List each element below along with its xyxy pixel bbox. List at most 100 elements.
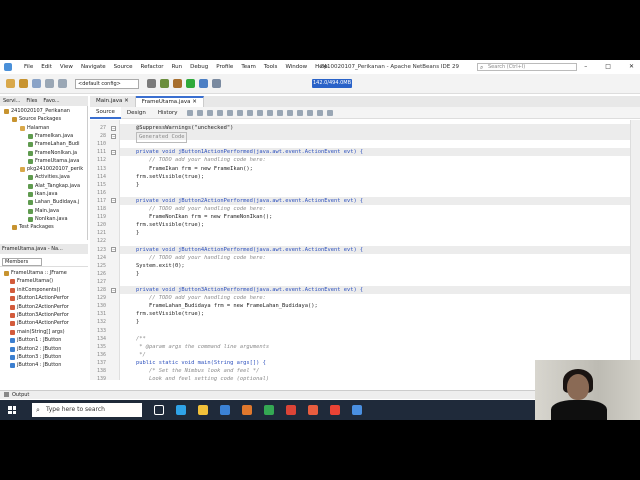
- fold-toggle-icon[interactable]: −: [111, 287, 116, 293]
- tree-item[interactable]: FrameUtama.java: [28, 158, 79, 165]
- fold-toggle-icon[interactable]: −: [111, 149, 116, 155]
- tree-item[interactable]: NonIkan.java: [28, 216, 68, 223]
- taskbar-search-input[interactable]: ⌕ Type here to search: [32, 403, 142, 417]
- shift-right-icon[interactable]: [287, 109, 294, 116]
- navigator-item[interactable]: jButton2 : JButton: [10, 346, 61, 353]
- find-icon[interactable]: [207, 109, 214, 116]
- forward-icon[interactable]: [197, 109, 204, 116]
- new-project-icon[interactable]: [6, 79, 15, 88]
- minimize-button[interactable]: –: [584, 60, 587, 74]
- store-icon[interactable]: [220, 405, 230, 415]
- prev-occurrence-icon[interactable]: [217, 109, 224, 116]
- windows-start-icon[interactable]: [8, 406, 16, 414]
- menu-edit[interactable]: Edit: [37, 60, 56, 74]
- menu-window[interactable]: Window: [281, 60, 311, 74]
- menu-tools[interactable]: Tools: [260, 60, 282, 74]
- tree-item[interactable]: Main.java: [28, 208, 59, 215]
- run-icon[interactable]: [186, 79, 195, 88]
- menu-debug[interactable]: Debug: [186, 60, 212, 74]
- prev-bookmark-icon[interactable]: [257, 109, 264, 116]
- redo-icon[interactable]: [58, 79, 67, 88]
- macro-icon[interactable]: [297, 109, 304, 116]
- navigator-item[interactable]: main(String[] args): [10, 329, 65, 336]
- subtab-history[interactable]: History: [152, 107, 184, 119]
- fold-toggle-icon[interactable]: −: [111, 247, 116, 252]
- toggle-highlight-icon[interactable]: [237, 109, 244, 116]
- navigator-item[interactable]: jButton4 : JButton: [10, 362, 61, 369]
- tree-item[interactable]: FrameLahan_Budi: [28, 141, 80, 148]
- save-all-icon[interactable]: [32, 79, 41, 88]
- navigator-item[interactable]: jButton1 : JButton: [10, 337, 61, 344]
- tree-item[interactable]: Activities.java: [28, 174, 70, 181]
- navigator-item[interactable]: jButton2ActionPerfor: [10, 304, 69, 311]
- navigator-header[interactable]: FrameUtama.java - Na...: [0, 244, 88, 254]
- open-project-icon[interactable]: [19, 79, 28, 88]
- tree-item[interactable]: Ikan.java: [28, 191, 58, 198]
- stop-macro-icon[interactable]: [307, 109, 314, 116]
- task-view-icon[interactable]: [154, 405, 164, 415]
- subtab-design[interactable]: Design: [121, 107, 152, 119]
- chrome-alt-icon[interactable]: [330, 405, 340, 415]
- fold-toggle-icon[interactable]: −: [111, 125, 116, 131]
- menu-profile[interactable]: Profile: [212, 60, 237, 74]
- navigator-item[interactable]: jButton4ActionPerfor: [10, 320, 69, 327]
- bookmark-icon[interactable]: [247, 109, 254, 116]
- app-icon[interactable]: [308, 405, 318, 415]
- close-icon[interactable]: ✕: [122, 98, 129, 104]
- editor-tab[interactable]: Main.java ✕: [90, 96, 136, 107]
- navigator-item[interactable]: jButton3ActionPerfor: [10, 312, 69, 319]
- netbeans-icon[interactable]: [242, 405, 252, 415]
- menu-file[interactable]: File: [20, 60, 37, 74]
- chrome-icon[interactable]: [286, 405, 296, 415]
- tree-item[interactable]: FrameIkan.java: [28, 133, 73, 140]
- editor-tab[interactable]: FrameUtama.java ✕: [135, 96, 204, 107]
- maximize-button[interactable]: □: [605, 60, 611, 74]
- tab-services[interactable]: Servi...: [0, 96, 23, 106]
- menu-navigate[interactable]: Navigate: [77, 60, 110, 74]
- close-icon[interactable]: ✕: [190, 99, 197, 105]
- undo-icon[interactable]: [45, 79, 54, 88]
- editor-scrollbar[interactable]: [630, 120, 640, 380]
- tab-files[interactable]: Files: [23, 96, 40, 106]
- navigator-item[interactable]: FrameUtama :: JFrame: [4, 270, 67, 277]
- netbeans-alt-icon[interactable]: [352, 405, 362, 415]
- debug-icon[interactable]: [199, 79, 208, 88]
- menu-run[interactable]: Run: [168, 60, 187, 74]
- tree-item[interactable]: FrameNonIkan.ja: [28, 150, 77, 157]
- back-icon[interactable]: [187, 109, 194, 116]
- comment-icon[interactable]: [317, 109, 324, 116]
- shift-left-icon[interactable]: [277, 109, 284, 116]
- drive-icon[interactable]: [264, 405, 274, 415]
- tree-item[interactable]: pkg2410020107_perik: [20, 166, 83, 173]
- menu-view[interactable]: View: [56, 60, 77, 74]
- ide-search-input[interactable]: ⌕ Search (Ctrl+I): [477, 63, 577, 71]
- navigator-item[interactable]: FrameUtama(): [10, 278, 53, 285]
- tree-item[interactable]: Test Packages: [12, 224, 54, 231]
- menu-team[interactable]: Team: [237, 60, 260, 74]
- tree-item[interactable]: Halaman: [20, 125, 49, 132]
- subtab-source[interactable]: Source: [90, 106, 121, 119]
- edge-icon[interactable]: [176, 405, 186, 415]
- next-bookmark-icon[interactable]: [267, 109, 274, 116]
- fold-toggle-icon[interactable]: −: [111, 198, 116, 204]
- menu-refactor[interactable]: Refactor: [137, 60, 168, 74]
- fold-toggle-icon[interactable]: −: [111, 133, 116, 139]
- tree-item[interactable]: Lahan_Budidaya.j: [28, 199, 79, 206]
- tab-favorites[interactable]: Favo...: [40, 96, 62, 106]
- memory-indicator[interactable]: 142.0/494.0MB: [312, 79, 352, 88]
- config-select[interactable]: <default config>: [75, 78, 139, 89]
- navigator-item[interactable]: jButton1ActionPerfor: [10, 295, 69, 302]
- navigator-item[interactable]: initComponents(): [10, 287, 60, 294]
- tree-item[interactable]: 2410020107_Perikanan: [4, 108, 70, 115]
- menu-source[interactable]: Source: [110, 60, 137, 74]
- profile-icon[interactable]: [212, 79, 221, 88]
- members-select[interactable]: Members: [2, 258, 42, 266]
- clean-build-icon[interactable]: [173, 79, 182, 88]
- uncomment-icon[interactable]: [327, 109, 334, 116]
- tree-item[interactable]: Alat_Tangkap.java: [28, 183, 80, 190]
- explorer-icon[interactable]: [198, 405, 208, 415]
- next-occurrence-icon[interactable]: [227, 109, 234, 116]
- close-button[interactable]: ✕: [629, 60, 634, 74]
- tree-item[interactable]: Source Packages: [12, 116, 61, 123]
- gear-icon[interactable]: [147, 79, 156, 88]
